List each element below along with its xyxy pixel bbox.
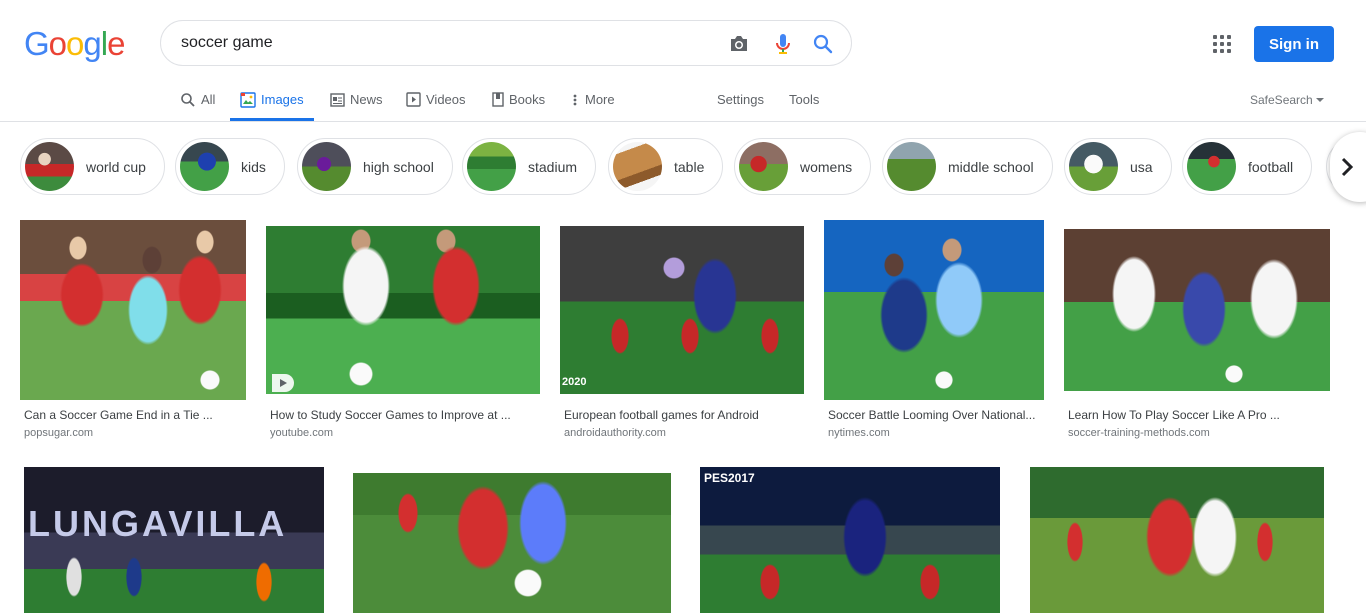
image-overlay-text: PES2017 xyxy=(704,471,755,485)
chevron-right-icon xyxy=(1341,157,1354,177)
logo-letter: G xyxy=(24,25,50,62)
tab-tools[interactable]: Tools xyxy=(789,78,819,121)
chip-thumbnail xyxy=(887,142,936,191)
result-title[interactable]: Soccer Battle Looming Over National... xyxy=(828,408,1035,422)
image-result[interactable]: LUNGAVILLA xyxy=(24,467,324,613)
result-image xyxy=(700,467,1000,613)
result-image xyxy=(353,473,671,613)
sign-in-button[interactable]: Sign in xyxy=(1254,26,1334,62)
chip-label: table xyxy=(674,158,705,175)
search-icon xyxy=(181,92,195,107)
image-result[interactable]: PES2017 xyxy=(700,467,1000,613)
result-image xyxy=(20,220,246,400)
image-icon xyxy=(240,91,256,108)
logo-letter: e xyxy=(107,25,125,62)
tab-news[interactable]: News xyxy=(330,78,383,121)
chip-label: kids xyxy=(241,158,266,175)
result-source: nytimes.com xyxy=(828,427,890,439)
result-title[interactable]: How to Study Soccer Games to Improve at … xyxy=(270,408,511,422)
chip-thumbnail xyxy=(739,142,788,191)
image-overlay-text: LUNGAVILLA xyxy=(28,503,288,544)
caret-down-icon xyxy=(1315,97,1324,102)
search-box xyxy=(160,20,852,66)
tab-images[interactable]: Images xyxy=(230,78,314,121)
chip-label: football xyxy=(1248,158,1294,175)
tab-all[interactable]: All xyxy=(180,78,215,121)
chip-thumbnail xyxy=(180,142,229,191)
chip-stadium[interactable]: stadium xyxy=(462,138,597,195)
logo-letter: o xyxy=(48,25,67,62)
google-logo[interactable]: Google xyxy=(24,25,125,63)
chip-thumbnail xyxy=(302,142,351,191)
image-result[interactable] xyxy=(353,467,671,613)
chip-football[interactable]: football xyxy=(1182,138,1313,195)
result-image xyxy=(1064,229,1330,391)
result-source: androidauthority.com xyxy=(564,427,666,439)
result-title[interactable]: Can a Soccer Game End in a Tie ... xyxy=(24,408,213,422)
chip-thumbnail xyxy=(1069,142,1118,191)
result-source: soccer-training-methods.com xyxy=(1068,427,1210,439)
search-icon[interactable] xyxy=(811,32,835,56)
tab-label: Videos xyxy=(426,92,466,107)
image-result[interactable]: Soccer Battle Looming Over National... n… xyxy=(824,220,1044,445)
chip-thumbnail xyxy=(467,142,516,191)
play-icon xyxy=(272,374,294,392)
more-vert-icon xyxy=(573,94,577,105)
tab-settings[interactable]: Settings xyxy=(717,78,764,121)
chip-high-school[interactable]: high school xyxy=(297,138,453,195)
result-title[interactable]: European football games for Android xyxy=(564,408,759,422)
tab-videos[interactable]: Videos xyxy=(406,78,466,121)
result-image xyxy=(824,220,1044,400)
tab-label: Settings xyxy=(717,92,764,107)
microphone-icon[interactable] xyxy=(771,32,795,56)
chip-label: womens xyxy=(800,158,853,175)
image-result[interactable] xyxy=(1030,467,1324,613)
chip-label: usa xyxy=(1130,158,1153,175)
chip-label: world cup xyxy=(86,158,146,175)
chip-label: high school xyxy=(363,158,434,175)
chip-thumbnail xyxy=(1187,142,1236,191)
search-tabs: All Images News Videos Books More Settin… xyxy=(0,78,1366,122)
search-input[interactable] xyxy=(181,34,701,52)
chip-thumbnail xyxy=(613,142,662,191)
result-image xyxy=(1030,467,1324,613)
logo-letter: o xyxy=(66,25,84,62)
book-icon xyxy=(492,92,504,107)
chip-middle-school[interactable]: middle school xyxy=(882,138,1053,195)
chip-thumbnail xyxy=(25,142,74,191)
tab-label: Books xyxy=(509,92,546,107)
logo-letter: g xyxy=(83,25,101,62)
image-result[interactable]: 2020 European football games for Android… xyxy=(560,220,804,445)
tab-label: Tools xyxy=(789,92,820,107)
tab-label: More xyxy=(585,92,615,107)
related-searches-bar: world cup kids high school stadium table… xyxy=(0,138,1366,195)
chip-kids[interactable]: kids xyxy=(175,138,285,195)
chip-womens[interactable]: womens xyxy=(734,138,872,195)
tab-more[interactable]: More xyxy=(572,78,615,121)
result-image xyxy=(266,226,540,394)
image-overlay-text: 2020 xyxy=(562,376,587,388)
safesearch-label: SafeSearch xyxy=(1250,92,1313,107)
safesearch-dropdown[interactable]: SafeSearch xyxy=(1250,78,1324,121)
chip-world-cup[interactable]: world cup xyxy=(20,138,165,195)
apps-grid-icon[interactable] xyxy=(1210,32,1234,56)
video-icon xyxy=(406,92,421,107)
camera-icon[interactable] xyxy=(727,32,751,56)
tab-label: All xyxy=(201,92,216,107)
tab-books[interactable]: Books xyxy=(492,78,545,121)
image-result[interactable]: Can a Soccer Game End in a Tie ... popsu… xyxy=(20,220,246,445)
chip-label: middle school xyxy=(948,158,1034,175)
result-image xyxy=(560,226,804,394)
news-icon xyxy=(330,92,345,107)
tab-label: Images xyxy=(261,92,304,107)
chip-table[interactable]: table xyxy=(608,138,724,195)
result-source: youtube.com xyxy=(270,427,333,439)
image-result[interactable]: Learn How To Play Soccer Like A Pro ... … xyxy=(1064,220,1330,445)
chip-usa[interactable]: usa xyxy=(1064,138,1172,195)
image-result[interactable]: How to Study Soccer Games to Improve at … xyxy=(266,220,540,445)
chip-label: stadium xyxy=(528,158,578,175)
result-source: popsugar.com xyxy=(24,427,94,439)
result-title[interactable]: Learn How To Play Soccer Like A Pro ... xyxy=(1068,408,1280,422)
tab-label: News xyxy=(350,92,383,107)
